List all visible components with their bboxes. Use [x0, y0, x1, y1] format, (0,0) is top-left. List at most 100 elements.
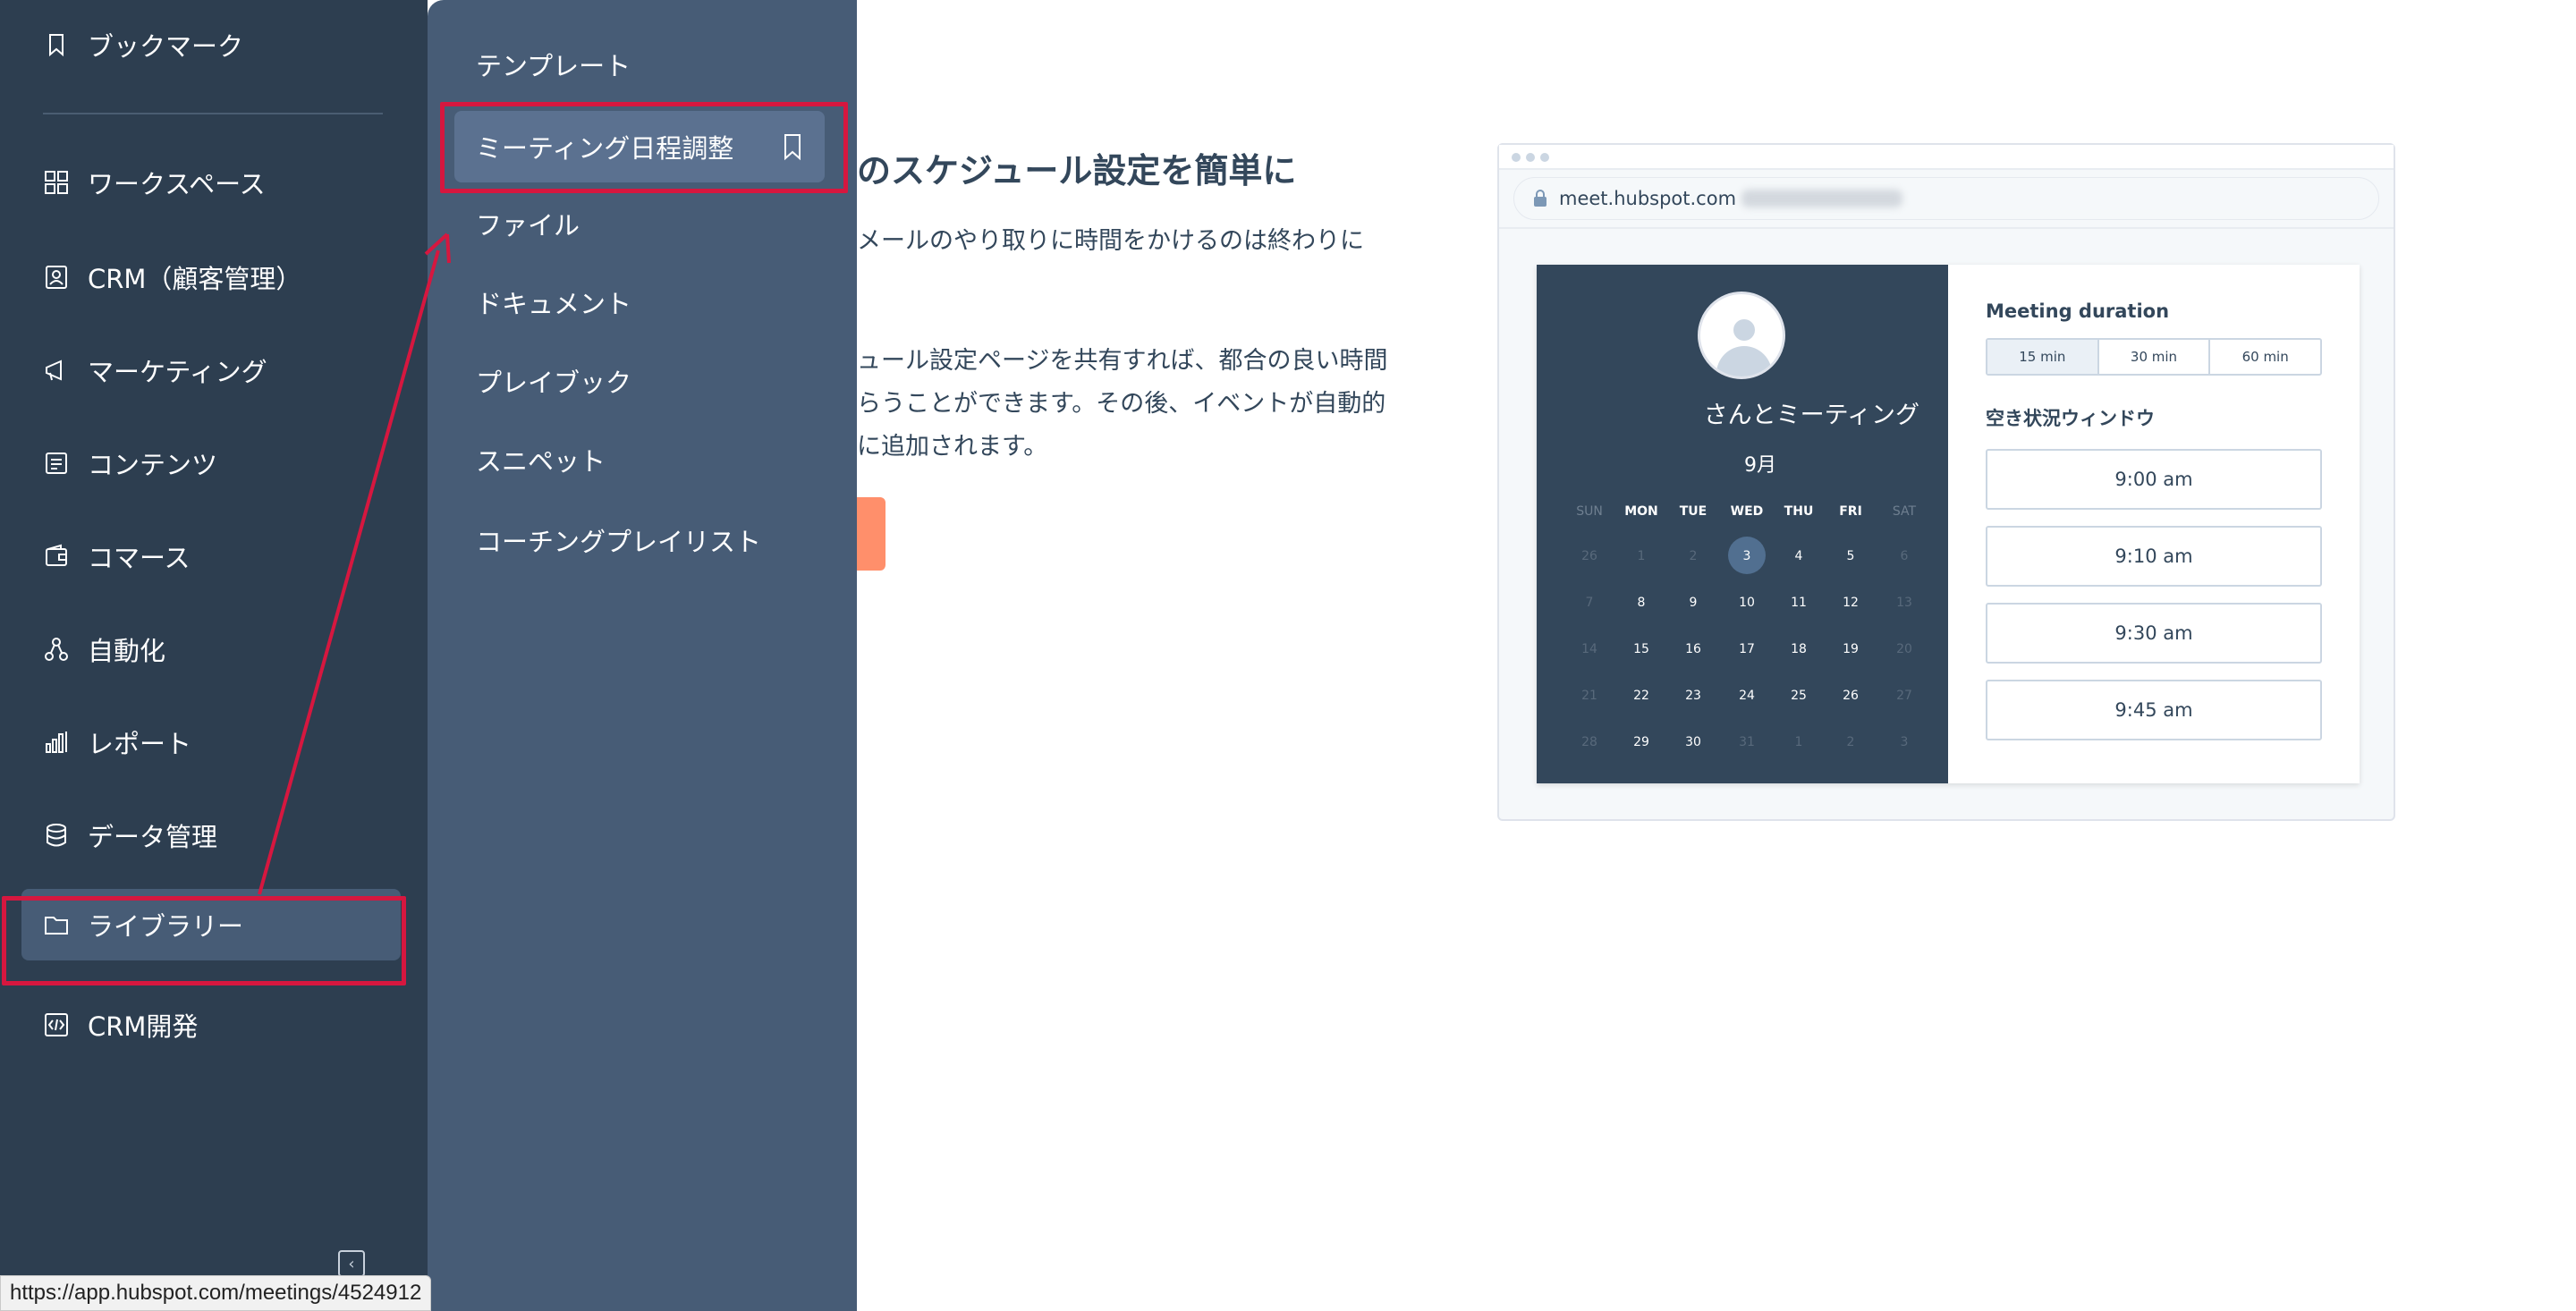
window-dot: [1526, 153, 1535, 162]
chevron-left-icon: ‹: [348, 1254, 355, 1273]
nav-item-bookmarks[interactable]: ブックマーク: [43, 20, 243, 70]
nav-item-label: コマース: [88, 543, 191, 573]
workflow-icon: [43, 636, 70, 663]
calendar-day[interactable]: 29: [1615, 735, 1667, 749]
mock-url-bar: meet.hubspot.com: [1513, 177, 2379, 220]
booking-card: さんとミーティング 9月 SUN MON TUE WED THU FRI SAT 26 1 2 3 4…: [1537, 265, 2360, 783]
calendar-day[interactable]: 10: [1721, 596, 1773, 610]
duration-title: Meeting duration: [1986, 300, 2170, 322]
calendar-day: 27: [1896, 689, 1912, 703]
collapse-sidebar-button[interactable]: ‹: [338, 1250, 365, 1277]
nav-item-label: コンテンツ: [88, 450, 218, 480]
duration-option[interactable]: 15 min: [1987, 340, 2099, 374]
calendar-day[interactable]: 26: [1825, 689, 1877, 703]
nav-item-label: CRM開発: [88, 1011, 199, 1042]
database-icon: [43, 822, 70, 849]
time-slot[interactable]: 9:45 am: [1986, 680, 2322, 740]
bookmark-icon: [43, 31, 70, 58]
nav-item-label: ワークスペース: [88, 169, 266, 199]
nav-divider: [43, 113, 383, 114]
grid-icon: [43, 169, 70, 196]
calendar-day[interactable]: 15: [1615, 642, 1667, 656]
mock-browser-bar: [1499, 145, 2394, 170]
duration-option[interactable]: 30 min: [2099, 340, 2211, 374]
intro-text: メールのやり取りに時間をかけるのは終わりに: [857, 227, 1364, 255]
flyout-item-coaching-playlists[interactable]: コーチングプレイリスト: [476, 513, 761, 567]
highlight-box-library: [2, 896, 406, 985]
page-heading: のスケジュール設定を簡単に: [857, 151, 1297, 190]
lock-icon: [1534, 190, 1546, 207]
nav-item-marketing[interactable]: マーケティング: [43, 345, 267, 395]
nav-item-label: データ管理: [88, 822, 218, 852]
calendar-day: 28: [1581, 735, 1597, 749]
time-slot[interactable]: 9:00 am: [1986, 449, 2322, 510]
calendar-day: 14: [1581, 642, 1597, 656]
calendar-day[interactable]: 22: [1615, 689, 1667, 703]
cta-button[interactable]: [857, 497, 886, 571]
megaphone-icon: [43, 357, 70, 384]
weekday-label: FRI: [1839, 504, 1862, 519]
main-sidebar: ブックマーク ワークスペース CRM（顧客管理） マーケティング コンテンツ コ…: [0, 0, 428, 1311]
calendar-day[interactable]: 30: [1667, 735, 1719, 749]
calendar-panel: さんとミーティング 9月 SUN MON TUE WED THU FRI SAT 26 1 2 3 4…: [1537, 265, 1948, 783]
calendar-day: 21: [1581, 689, 1597, 703]
duration-option[interactable]: 60 min: [2210, 340, 2320, 374]
calendar-day[interactable]: 16: [1667, 642, 1719, 656]
body-text-line-2: らうことができます。その後、イベントが自動的: [857, 390, 1386, 418]
code-icon: [43, 1011, 70, 1038]
calendar-day[interactable]: 8: [1615, 596, 1667, 610]
body-text-line-1: ュール設定ページを共有すれば、都合の良い時間: [857, 347, 1388, 375]
meeting-preview: meet.hubspot.com さんとミーティング 9月 SUN MON TUE W…: [1497, 143, 2395, 821]
nav-item-crm[interactable]: CRM（顧客管理）: [43, 252, 301, 302]
calendar-day[interactable]: 19: [1825, 642, 1877, 656]
nav-item-commerce[interactable]: コマース: [43, 531, 191, 581]
calendar-day: 2: [1689, 549, 1698, 563]
calendar-day[interactable]: 18: [1773, 642, 1825, 656]
calendar-day: 3: [1900, 735, 1909, 749]
window-dot: [1512, 153, 1521, 162]
contacts-icon: [43, 264, 70, 291]
duration-options: 15 min 30 min 60 min: [1986, 338, 2322, 376]
calendar-day[interactable]: 23: [1667, 689, 1719, 703]
calendar-day[interactable]: 25: [1773, 689, 1825, 703]
nav-item-content[interactable]: コンテンツ: [43, 438, 217, 488]
calendar-day: 1: [1637, 549, 1646, 563]
nav-item-data-management[interactable]: データ管理: [43, 810, 217, 860]
flyout-item-snippets[interactable]: スニペット: [476, 433, 606, 486]
divider: [1499, 227, 2394, 229]
flyout-item-files[interactable]: ファイル: [476, 197, 580, 250]
nav-item-label: レポート: [88, 729, 192, 759]
flyout-item-templates[interactable]: テンプレート: [476, 38, 631, 91]
calendar-day: 2: [1846, 735, 1855, 749]
nav-item-reports[interactable]: レポート: [43, 717, 191, 767]
weekday-label: MON: [1624, 504, 1658, 519]
weekday-label: SAT: [1892, 504, 1917, 519]
nav-item-crm-development[interactable]: CRM開発: [43, 1000, 198, 1050]
time-slot[interactable]: 9:30 am: [1986, 603, 2322, 664]
nav-item-label: マーケティング: [88, 357, 267, 387]
mock-url-text: meet.hubspot.com: [1559, 188, 1737, 209]
status-bar-url: https://app.hubspot.com/meetings/4524912: [0, 1275, 432, 1311]
calendar-day: 6: [1900, 549, 1909, 563]
calendar-day[interactable]: 12: [1825, 596, 1877, 610]
duration-panel: Meeting duration 15 min 30 min 60 min 空き…: [1948, 265, 2360, 783]
flyout-item-documents[interactable]: ドキュメント: [476, 275, 631, 329]
nav-item-automation[interactable]: 自動化: [43, 624, 165, 674]
flyout-item-playbooks[interactable]: プレイブック: [476, 354, 631, 408]
calendar-day[interactable]: 24: [1721, 689, 1773, 703]
time-slot[interactable]: 9:10 am: [1986, 526, 2322, 587]
blurred-url-path: [1741, 190, 1903, 207]
calendar-day[interactable]: 17: [1721, 642, 1773, 656]
window-dot: [1540, 153, 1549, 162]
calendar-day[interactable]: 9: [1667, 596, 1719, 610]
weekday-label: THU: [1784, 504, 1814, 519]
calendar-day: 1: [1794, 735, 1803, 749]
calendar-day[interactable]: 5: [1825, 549, 1877, 563]
nav-item-workspaces[interactable]: ワークスペース: [43, 157, 266, 207]
calendar-day[interactable]: 11: [1773, 596, 1825, 610]
calendar-day[interactable]: 4: [1773, 549, 1825, 563]
calendar-day[interactable]: 3: [1721, 537, 1773, 574]
weekday-label: TUE: [1679, 504, 1707, 519]
calendar-day: 13: [1896, 596, 1912, 610]
body-text-line-3: に追加されます。: [857, 433, 1048, 461]
